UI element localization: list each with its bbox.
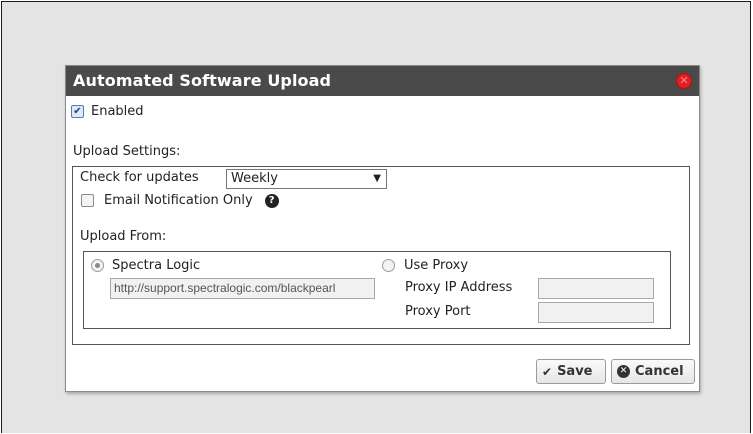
proxy-ip-row: Proxy IP Address: [405, 280, 512, 295]
checkmark-icon: ✔: [542, 364, 553, 379]
use-proxy-radio[interactable]: [382, 259, 395, 272]
save-button[interactable]: ✔ Save: [536, 359, 606, 384]
upload-from-heading-row: Upload From:: [80, 229, 166, 244]
spectra-logic-url: http://support.spectralogic.com/blackpea…: [114, 281, 336, 295]
proxy-port-field[interactable]: [538, 302, 654, 323]
proxy-port-label: Proxy Port: [405, 304, 471, 319]
use-proxy-label: Use Proxy: [404, 258, 469, 273]
save-button-label: Save: [557, 364, 593, 379]
spectra-logic-radio[interactable]: [91, 259, 104, 272]
email-notification-row: Email Notification Only ?: [81, 193, 279, 208]
cancel-button-label: Cancel: [635, 364, 684, 379]
spectra-logic-label: Spectra Logic: [112, 258, 201, 273]
proxy-port-row: Proxy Port: [405, 304, 471, 319]
update-frequency-select[interactable]: Weekly ▼: [226, 169, 387, 189]
app-background: Automated Software Upload ✕ ✔ Enabled Up…: [1, 1, 751, 433]
proxy-ip-label: Proxy IP Address: [405, 280, 513, 295]
close-icon[interactable]: ✕: [676, 73, 692, 89]
enabled-checkbox[interactable]: ✔: [71, 105, 84, 118]
upload-settings-heading: Upload Settings:: [73, 144, 181, 159]
enabled-row: ✔ Enabled: [71, 104, 144, 119]
spectra-logic-row: Spectra Logic: [91, 258, 200, 273]
email-notification-checkbox[interactable]: [81, 194, 94, 207]
dialog-title: Automated Software Upload: [73, 71, 332, 90]
cancel-button[interactable]: ✕ Cancel: [611, 359, 695, 384]
cancel-circle-icon: ✕: [617, 365, 630, 378]
spectra-logic-url-field[interactable]: http://support.spectralogic.com/blackpea…: [110, 278, 375, 299]
check-for-updates-label: Check for updates: [80, 170, 199, 185]
chevron-down-icon: ▼: [373, 173, 381, 184]
check-for-updates-row: Check for updates: [80, 170, 199, 185]
dialog-titlebar: Automated Software Upload ✕: [66, 66, 699, 96]
automated-software-upload-dialog: Automated Software Upload ✕ ✔ Enabled Up…: [65, 65, 700, 392]
use-proxy-row: Use Proxy: [382, 258, 468, 273]
update-frequency-value: Weekly: [231, 171, 278, 186]
enabled-label: Enabled: [91, 104, 144, 119]
upload-from-heading: Upload From:: [80, 229, 167, 244]
help-icon[interactable]: ?: [264, 193, 279, 208]
proxy-ip-field[interactable]: [538, 278, 654, 299]
upload-settings-heading-row: Upload Settings:: [73, 144, 180, 159]
email-notification-label: Email Notification Only: [104, 193, 253, 208]
